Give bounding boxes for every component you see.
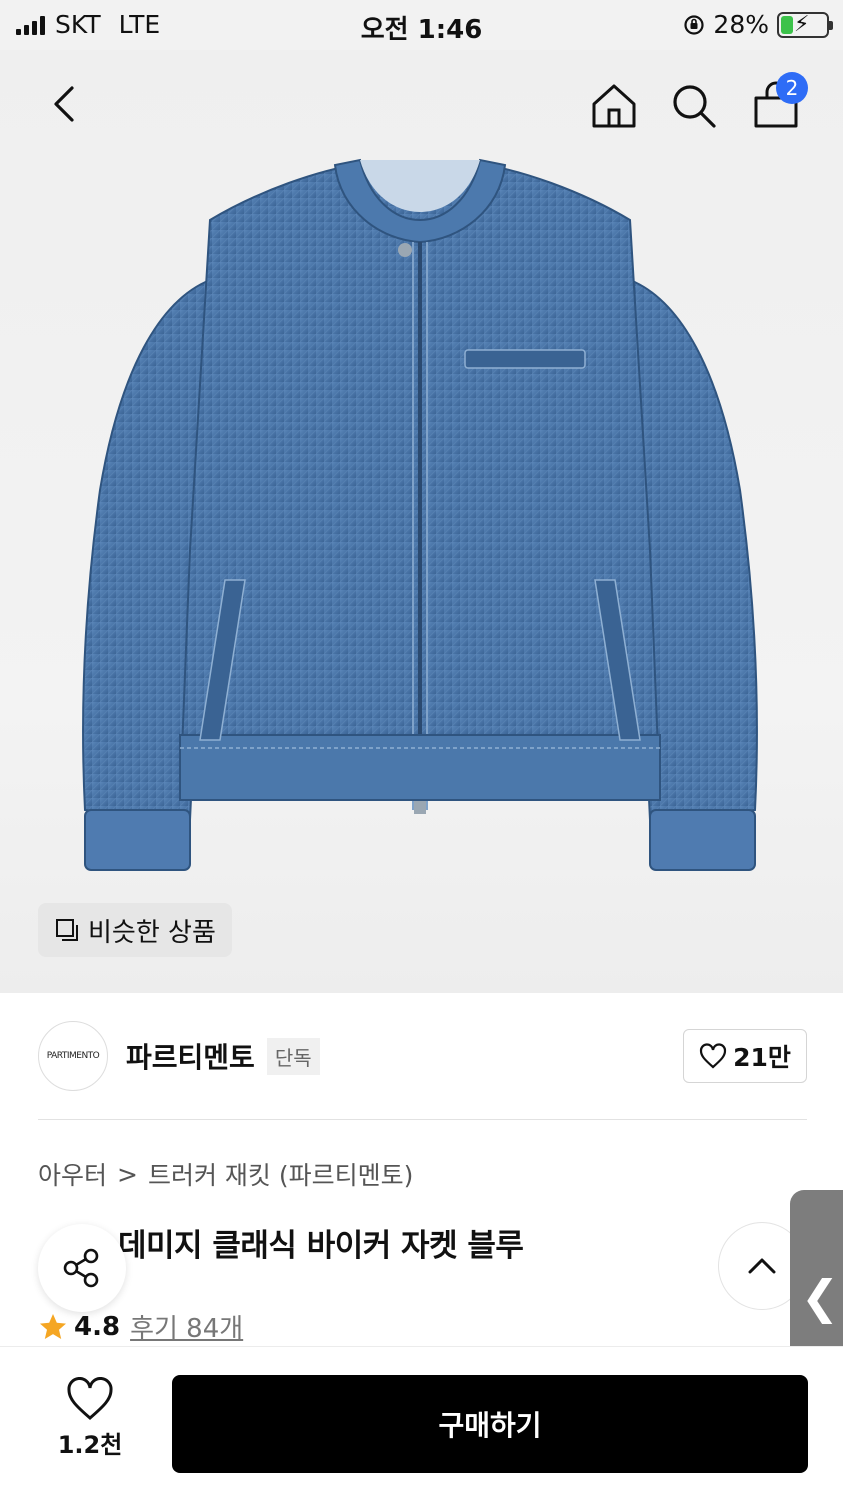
similar-products-button[interactable]: 비슷한 상품 xyxy=(38,903,232,957)
breadcrumb-subcategory[interactable]: 트러커 재킷 (파르티멘토) xyxy=(148,1156,413,1192)
cart-count-badge: 2 xyxy=(776,72,808,104)
brand-like-count: 21만 xyxy=(733,1043,791,1072)
rotation-lock-icon xyxy=(684,14,705,35)
product-title-text: 데미지 클래식 바이커 자켓 블루 xyxy=(118,1228,524,1264)
bottom-action-bar: 1.2천 구매하기 xyxy=(0,1346,843,1500)
product-like-count: 1.2천 xyxy=(57,1431,123,1459)
buy-button[interactable]: 구매하기 xyxy=(172,1375,808,1473)
share-button[interactable] xyxy=(38,1224,126,1312)
star-icon xyxy=(40,1313,66,1339)
brand-row: PARTIMENTO 파르티멘토 단독 21만 xyxy=(38,1020,807,1092)
heart-icon xyxy=(67,1377,113,1420)
exclusive-badge: 단독 xyxy=(266,1037,320,1075)
heart-icon xyxy=(699,1043,727,1069)
breadcrumb-category[interactable]: 아우터 xyxy=(38,1156,107,1192)
brand-like-button[interactable]: 21만 xyxy=(683,1029,807,1083)
chevron-up-icon xyxy=(748,1258,776,1274)
brand-logo[interactable]: PARTIMENTO xyxy=(38,1021,108,1091)
rating-value: 4.8 xyxy=(74,1311,121,1342)
product-image-area[interactable]: 2 비슷한 상품 xyxy=(0,50,843,993)
cart-button[interactable]: 2 xyxy=(750,72,808,132)
similar-products-label: 비슷한 상품 xyxy=(88,917,216,948)
rating-row: 4.8 후기 84개 xyxy=(38,1308,243,1345)
product-image xyxy=(82,158,758,871)
home-button[interactable] xyxy=(588,80,640,132)
back-button[interactable] xyxy=(44,82,88,126)
product-like-button[interactable]: 1.2천 xyxy=(50,1377,130,1467)
brand-name[interactable]: 파르티멘토 xyxy=(126,1036,255,1076)
similar-items-icon xyxy=(56,919,78,941)
chevron-left-icon xyxy=(54,86,74,122)
share-icon xyxy=(63,1248,99,1288)
home-icon xyxy=(592,84,636,128)
status-bar: SKT LTE 오전 1:46 28% ⚡ xyxy=(0,0,843,50)
divider xyxy=(38,1119,807,1120)
battery-percent: 28% xyxy=(713,10,769,39)
battery-icon: ⚡ xyxy=(777,11,833,38)
status-right: 28% ⚡ xyxy=(683,10,833,39)
brand-logo-text: PARTIMENTO xyxy=(46,1051,100,1061)
breadcrumb-separator: > xyxy=(117,1159,138,1189)
chevron-left-tab-icon: ❮ xyxy=(800,1270,840,1324)
breadcrumb: 아우터 > 트러커 재킷 (파르티멘토) xyxy=(38,1156,413,1192)
search-icon xyxy=(673,85,716,128)
reviews-link[interactable]: 후기 84개 xyxy=(130,1308,243,1345)
search-button[interactable] xyxy=(668,80,720,132)
